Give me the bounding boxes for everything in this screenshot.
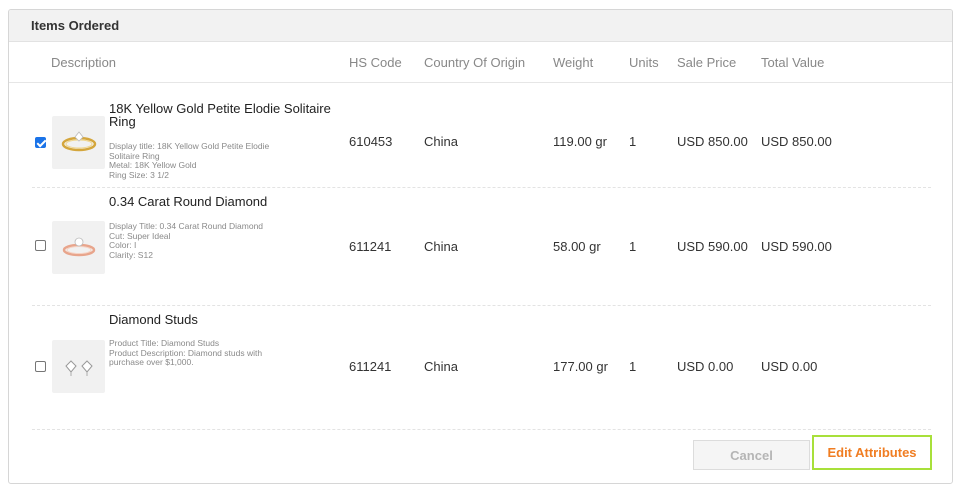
column-sale-price: Sale Price <box>677 55 737 70</box>
items-ordered-panel: Items Ordered Description HS Code Countr… <box>8 9 953 484</box>
item-units: 1 <box>629 359 637 374</box>
item-details: Display Title: 0.34 Carat Round Diamond … <box>109 221 264 260</box>
panel-title: Items Ordered <box>9 10 952 42</box>
item-checkbox[interactable] <box>35 361 46 372</box>
item-hs-code: 610453 <box>349 134 393 149</box>
column-description: Description <box>51 55 117 70</box>
item-country: China <box>424 359 458 374</box>
column-total-value: Total Value <box>761 55 825 70</box>
diamond-studs-icon <box>52 340 105 393</box>
item-total-value: USD 850.00 <box>761 134 832 149</box>
edit-attributes-button[interactable]: Edit Attributes <box>812 435 932 470</box>
table-row: 0.34 Carat Round Diamond Display Title: … <box>32 188 931 306</box>
item-total-value: USD 590.00 <box>761 239 832 254</box>
column-country: Country Of Origin <box>424 55 526 70</box>
item-details: Display title: 18K Yellow Gold Petite El… <box>109 141 270 180</box>
item-title: 0.34 Carat Round Diamond <box>109 194 268 209</box>
item-weight: 177.00 gr <box>553 359 608 374</box>
column-weight: Weight <box>553 55 594 70</box>
item-title: 18K Yellow Gold Petite Elodie Solitaire … <box>109 101 331 129</box>
item-details: Product Title: Diamond Studs Product Des… <box>109 338 263 367</box>
item-sale-price: USD 0.00 <box>677 359 734 374</box>
column-hs-code: HS Code <box>349 55 402 70</box>
item-weight: 119.00 gr <box>553 134 607 149</box>
item-weight: 58.00 gr <box>553 239 601 254</box>
rose-gold-ring-icon <box>52 221 105 274</box>
item-units: 1 <box>629 239 637 254</box>
item-country: China <box>424 134 458 149</box>
table-header: Description HS Code Country Of Origin We… <box>9 42 952 83</box>
table-row: Diamond Studs Product Title: Diamond Stu… <box>32 306 931 430</box>
table-row: 18K Yellow Gold Petite Elodie Solitaire … <box>32 99 931 188</box>
item-units: 1 <box>629 134 637 149</box>
item-sale-price: USD 850.00 <box>677 134 748 149</box>
item-total-value: USD 0.00 <box>761 359 818 374</box>
item-hs-code: 611241 <box>349 239 392 254</box>
yellow-gold-ring-icon <box>52 116 105 169</box>
column-units: Units <box>629 55 659 70</box>
item-hs-code: 611241 <box>349 359 392 374</box>
item-country: China <box>424 239 458 254</box>
item-title: Diamond Studs <box>109 312 198 327</box>
row-divider <box>32 429 931 430</box>
cancel-button[interactable]: Cancel <box>693 440 810 470</box>
item-checkbox[interactable] <box>35 137 46 148</box>
item-sale-price: USD 590.00 <box>677 239 748 254</box>
item-checkbox[interactable] <box>35 240 46 251</box>
